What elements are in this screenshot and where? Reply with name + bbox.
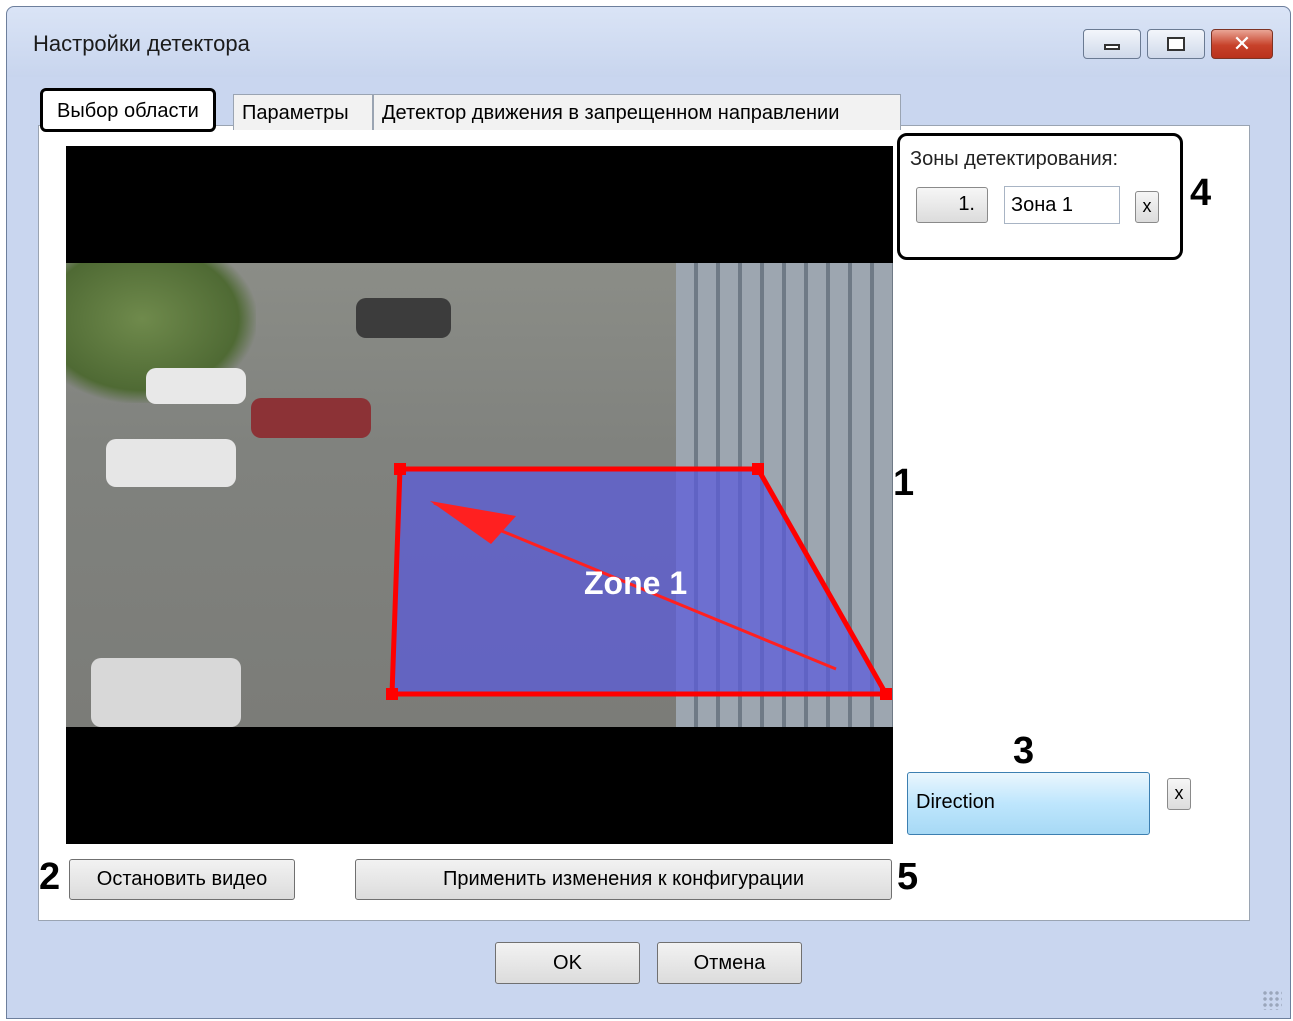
callout-marker-2: 2 [39, 856, 61, 898]
zone-vertex-handle[interactable] [752, 463, 764, 475]
maximize-button[interactable] [1147, 29, 1205, 59]
maximize-icon [1167, 37, 1185, 51]
zone-overlay[interactable]: Zone 1 [66, 146, 893, 844]
zone-delete-button[interactable]: x [1135, 191, 1159, 223]
video-preview[interactable]: Zone 1 [66, 146, 893, 844]
zone-select-button[interactable]: 1. [916, 187, 988, 223]
tab-forbidden-direction[interactable]: Детектор движения в запрещенном направле… [373, 94, 901, 130]
zone-name-field[interactable] [1004, 186, 1120, 224]
direction-button[interactable]: Direction [907, 772, 1150, 835]
detection-zones-group: Зоны детектирования: 1. x [897, 133, 1183, 260]
title-bar[interactable]: Настройки детектора ✕ [7, 7, 1290, 77]
zones-label: Зоны детектирования: [910, 148, 1119, 170]
stop-video-button[interactable]: Остановить видео [69, 859, 295, 900]
zone-vertex-handle[interactable] [880, 688, 892, 700]
tab-parameters[interactable]: Параметры [233, 94, 373, 130]
callout-marker-3: 3 [1013, 730, 1035, 772]
apply-changes-button[interactable]: Применить изменения к конфигурации [355, 859, 892, 900]
zone-vertex-handle[interactable] [386, 688, 398, 700]
callout-marker-1: 1 [893, 462, 915, 504]
ok-button[interactable]: OK [495, 942, 640, 984]
callout-marker-5: 5 [897, 856, 919, 898]
close-button[interactable]: ✕ [1211, 29, 1273, 59]
close-icon: ✕ [1232, 31, 1252, 57]
minimize-button[interactable] [1083, 29, 1141, 59]
minimize-icon [1104, 44, 1120, 50]
zone-overlay-label: Zone 1 [584, 565, 687, 601]
callout-marker-4: 4 [1190, 172, 1212, 214]
direction-delete-button[interactable]: x [1167, 778, 1191, 810]
resize-grip-icon[interactable] [1262, 990, 1282, 1010]
tab-area-selection[interactable]: Выбор области [40, 88, 216, 132]
cancel-button[interactable]: Отмена [657, 942, 802, 984]
window-title: Настройки детектора [33, 31, 250, 56]
zone-vertex-handle[interactable] [394, 463, 406, 475]
